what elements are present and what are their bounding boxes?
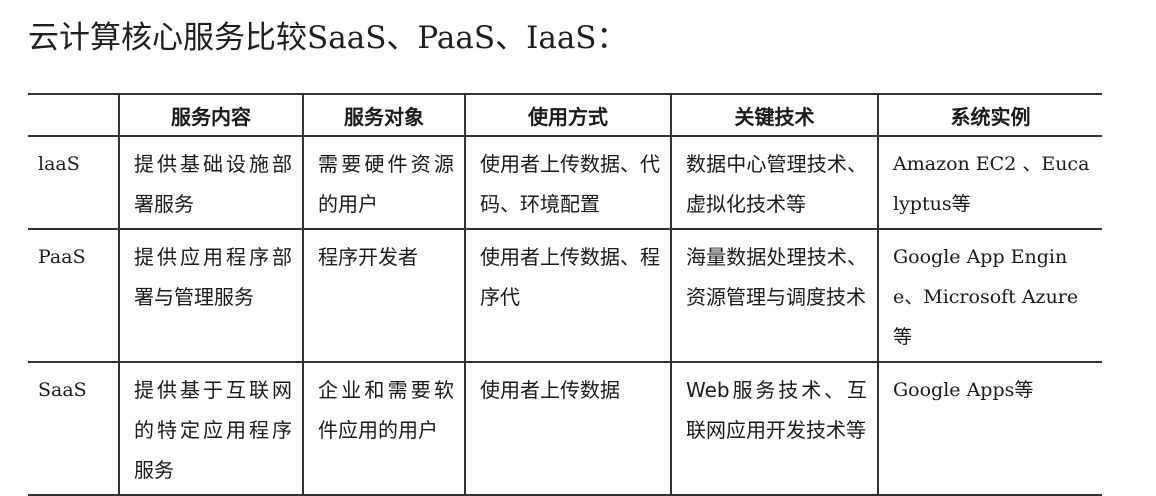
page-title: 云计算核心服务比较SaaS、PaaS、IaaS：	[28, 20, 628, 56]
table-header-row: 服务内容 服务对象 使用方式 关键技术 系统实例	[28, 94, 1102, 136]
cell-usage: 使用者上传数据	[464, 362, 671, 495]
cell-content: 提供应用程序部署与管理服务	[118, 229, 303, 362]
header-usage: 使用方式	[464, 94, 671, 136]
cell-model: PaaS	[38, 246, 86, 268]
cell-content: 提供基于互联网的特定应用程序服务	[118, 362, 303, 495]
cell-model: SaaS	[38, 379, 87, 401]
cell-technology: Web服务技术、互联网应用开发技术等	[670, 362, 878, 495]
table-row: laaS 提供基础设施部署服务 需要硬件资源的用户 使用者上传数据、代码、环境配…	[28, 136, 1102, 229]
cell-usage: 使用者上传数据、代码、环境配置	[464, 136, 671, 229]
cell-examples: Google App Engine、Microsoft Azure等	[877, 229, 1102, 362]
cell-target: 需要硬件资源的用户	[302, 136, 465, 229]
cell-examples: Amazon EC2 、Eucalyptus等	[877, 136, 1102, 229]
table-row: SaaS 提供基于互联网的特定应用程序服务 企业和需要软件应用的用户 使用者上传…	[28, 362, 1102, 495]
cell-usage: 使用者上传数据、程序代	[464, 229, 671, 362]
header-content: 服务内容	[118, 94, 303, 136]
cell-technology: 数据中心管理技术、虚拟化技术等	[670, 136, 878, 229]
cell-technology: 海量数据处理技术、资源管理与调度技术	[670, 229, 878, 362]
header-model	[28, 94, 119, 136]
table-row: PaaS 提供应用程序部署与管理服务 程序开发者 使用者上传数据、程序代 海量数…	[28, 229, 1102, 362]
cell-model: laaS	[38, 153, 80, 175]
header-technology: 关键技术	[670, 94, 878, 136]
comparison-table: 服务内容 服务对象 使用方式 关键技术 系统实例 laaS 提供基础设施部署服务…	[28, 93, 1102, 496]
header-examples: 系统实例	[877, 94, 1102, 136]
cell-target: 企业和需要软件应用的用户	[302, 362, 465, 495]
cell-examples: Google Apps等	[877, 362, 1102, 495]
cell-target: 程序开发者	[302, 229, 465, 362]
cell-content: 提供基础设施部署服务	[118, 136, 303, 229]
header-target: 服务对象	[302, 94, 465, 136]
